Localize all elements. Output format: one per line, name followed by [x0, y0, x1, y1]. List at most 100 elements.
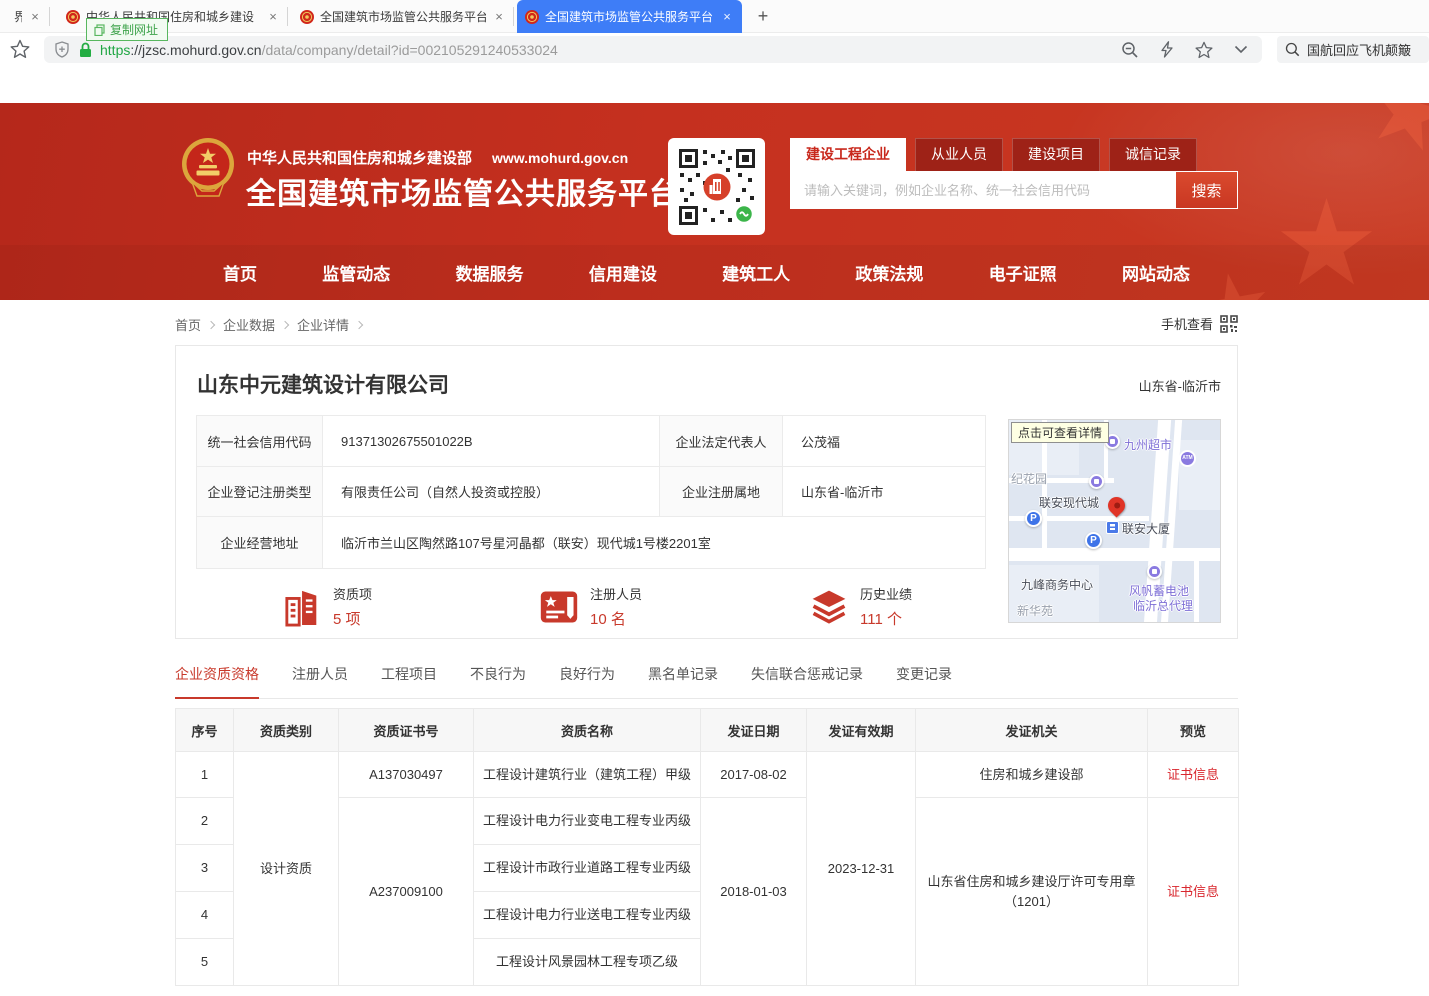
flash-extension-icon[interactable] — [1160, 41, 1174, 58]
stat-label: 注册人员 — [590, 584, 642, 603]
tab-separator — [287, 7, 288, 26]
cell-name: 工程设计建筑行业（建筑工程）甲级 — [474, 752, 701, 798]
ministry-name: 中华人民共和国住房和城乡建设部 — [247, 150, 472, 167]
tab-close-icon[interactable]: × — [720, 9, 734, 24]
tab-bad-behavior[interactable]: 不良行为 — [470, 664, 526, 698]
national-emblem-icon — [180, 136, 236, 200]
cell-issue-date: 2017-08-02 — [701, 752, 807, 798]
map-red-marker-icon — [1104, 493, 1128, 517]
header-qr-code — [668, 138, 765, 235]
tab-title: 界 — [14, 8, 22, 25]
search-tab-personnel[interactable]: 从业人员 — [915, 138, 1003, 171]
nav-item-home[interactable]: 首页 — [223, 260, 257, 285]
search-tab-enterprise[interactable]: 建设工程企业 — [790, 138, 906, 171]
browser-tab-jzsc-active[interactable]: 全国建筑市场监管公共服务平台 × — [517, 0, 742, 33]
tab-projects[interactable]: 工程项目 — [381, 664, 437, 698]
url-scheme: https — [100, 42, 130, 58]
nav-item-site-news[interactable]: 网站动态 — [1122, 260, 1190, 285]
credit-code-value: 91371302675501022B — [323, 416, 660, 467]
tab-qualifications[interactable]: 企业资质资格 — [175, 664, 259, 699]
map-label-xinhua: 新华苑 — [1017, 602, 1053, 619]
bookmark-star-icon[interactable] — [10, 39, 30, 59]
nav-item-e-license[interactable]: 电子证照 — [989, 260, 1057, 285]
tab-close-icon[interactable]: × — [492, 9, 506, 24]
cell-authority: 住房和城乡建设部 — [916, 752, 1148, 798]
map-label-modern-city: 联安现代城 — [1039, 494, 1099, 511]
col-header-name: 资质名称 — [474, 709, 701, 752]
tab-dishonesty-records[interactable]: 失信联合惩戒记录 — [751, 664, 863, 698]
site-title: 全国建筑市场监管公共服务平台 — [246, 169, 680, 213]
table-row: 1 设计资质 A137030497 工程设计建筑行业（建筑工程）甲级 2017-… — [176, 752, 1239, 798]
tab-change-records[interactable]: 变更记录 — [896, 664, 952, 698]
nav-item-policy[interactable]: 政策法规 — [855, 260, 923, 285]
cell-issue-date: 2018-01-03 — [701, 798, 807, 986]
map-building-icon — [1106, 521, 1119, 534]
company-card: 山东中元建筑设计有限公司 山东省-临沂市 统一社会信用代码 9137130267… — [175, 345, 1238, 639]
stat-label: 历史业绩 — [860, 584, 912, 603]
stat-qualifications: 资质项 5 项 — [284, 584, 372, 629]
browser-url-row: https://jzsc.mohurd.gov.cn/data/company/… — [0, 33, 1429, 66]
tab-blacklist[interactable]: 黑名单记录 — [648, 664, 718, 698]
breadcrumb-chevron-icon — [355, 320, 363, 328]
map-label-battery-2: 临沂总代理 — [1133, 597, 1193, 614]
nav-item-credit[interactable]: 信用建设 — [589, 260, 657, 285]
qualification-table: 序号 资质类别 资质证书号 资质名称 发证日期 发证有效期 发证机关 预览 1 … — [175, 708, 1239, 986]
browser-tab-jzsc-1[interactable]: 全国建筑市场监管公共服务平台 × — [292, 0, 514, 33]
col-header-cert-no: 资质证书号 — [339, 709, 474, 752]
col-header-no: 序号 — [176, 709, 234, 752]
search-category-tabs: 建设工程企业 从业人员 建设项目 诚信记录 — [790, 138, 1238, 171]
ssl-lock-icon[interactable] — [79, 42, 92, 58]
cell-validity: 2023-12-31 — [807, 752, 916, 986]
cell-category: 设计资质 — [234, 752, 339, 986]
tab-title: 全国建筑市场监管公共服务平台 — [320, 8, 486, 25]
nav-item-supervision[interactable]: 监管动态 — [322, 260, 390, 285]
shield-add-icon[interactable] — [54, 41, 70, 58]
zoom-out-icon[interactable] — [1121, 41, 1139, 59]
mobile-view-link[interactable]: 手机查看 — [1161, 314, 1238, 333]
tab-registered-personnel[interactable]: 注册人员 — [292, 664, 348, 698]
address-bar-actions — [1121, 41, 1248, 59]
tab-close-icon[interactable]: × — [28, 9, 42, 24]
breadcrumb-home[interactable]: 首页 — [175, 315, 201, 334]
col-header-preview: 预览 — [1148, 709, 1239, 752]
stat-registered-personnel: 注册人员 10 名 — [539, 584, 642, 629]
nav-item-data-service[interactable]: 数据服务 — [456, 260, 524, 285]
map-label-garden: 纪花园 — [1011, 470, 1047, 487]
cell-name: 工程设计电力行业送电工程专业丙级 — [474, 892, 701, 939]
breadcrumb-company-data[interactable]: 企业数据 — [223, 315, 275, 334]
address-value: 临沂市兰山区陶然路107号星河晶都（联安）现代城1号楼2201室 — [323, 517, 986, 569]
layers-icon — [809, 588, 849, 626]
browser-tab-partial[interactable]: 界 × — [0, 0, 50, 33]
address-label: 企业经营地址 — [197, 517, 323, 569]
keyword-search-input[interactable] — [790, 171, 1238, 209]
search-tab-credit[interactable]: 诚信记录 — [1109, 138, 1197, 171]
breadcrumb-chevron-icon — [207, 320, 215, 328]
site-header: 中华人民共和国住房和城乡建设部www.mohurd.gov.cn 全国建筑市场监… — [0, 103, 1429, 300]
search-tab-project[interactable]: 建设项目 — [1012, 138, 1100, 171]
browser-news-search[interactable]: 国航回应飞机颠簸 — [1277, 36, 1429, 63]
company-location-map[interactable]: 点击可查看详情 九州超市 ATM 纪花园 联安现代城 联安大厦 P P 九峰商务… — [1008, 419, 1221, 623]
company-region: 山东省-临沂市 — [1139, 376, 1221, 395]
tab-favicon-emblem-icon — [300, 10, 314, 24]
cert-info-link[interactable]: 证书信息 — [1167, 767, 1219, 782]
col-header-validity: 发证有效期 — [807, 709, 916, 752]
cell-no: 4 — [176, 892, 234, 939]
chevron-down-icon[interactable] — [1234, 45, 1248, 54]
tab-good-behavior[interactable]: 良好行为 — [559, 664, 615, 698]
address-bar[interactable]: https://jzsc.mohurd.gov.cn/data/company/… — [44, 36, 1262, 63]
search-button[interactable]: 搜索 — [1176, 172, 1237, 208]
cell-authority: 山东省住房和城乡建设厅许可专用章 （1201） — [916, 798, 1148, 986]
cell-no: 5 — [176, 939, 234, 986]
tab-close-icon[interactable]: × — [266, 9, 280, 24]
cert-info-link[interactable]: 证书信息 — [1167, 884, 1219, 899]
stat-value[interactable]: 111 个 — [860, 608, 912, 629]
stat-value[interactable]: 10 名 — [590, 608, 642, 629]
breadcrumb-company-detail: 企业详情 — [297, 315, 349, 334]
copy-url-tooltip-label: 复制网址 — [110, 21, 158, 38]
new-tab-button[interactable]: + — [750, 4, 776, 30]
favorite-star-icon[interactable] — [1195, 41, 1213, 59]
stat-value[interactable]: 5 项 — [333, 608, 372, 629]
search-icon — [1285, 42, 1300, 57]
nav-item-workers[interactable]: 建筑工人 — [722, 260, 790, 285]
map-poi-pin-icon — [1089, 474, 1104, 489]
